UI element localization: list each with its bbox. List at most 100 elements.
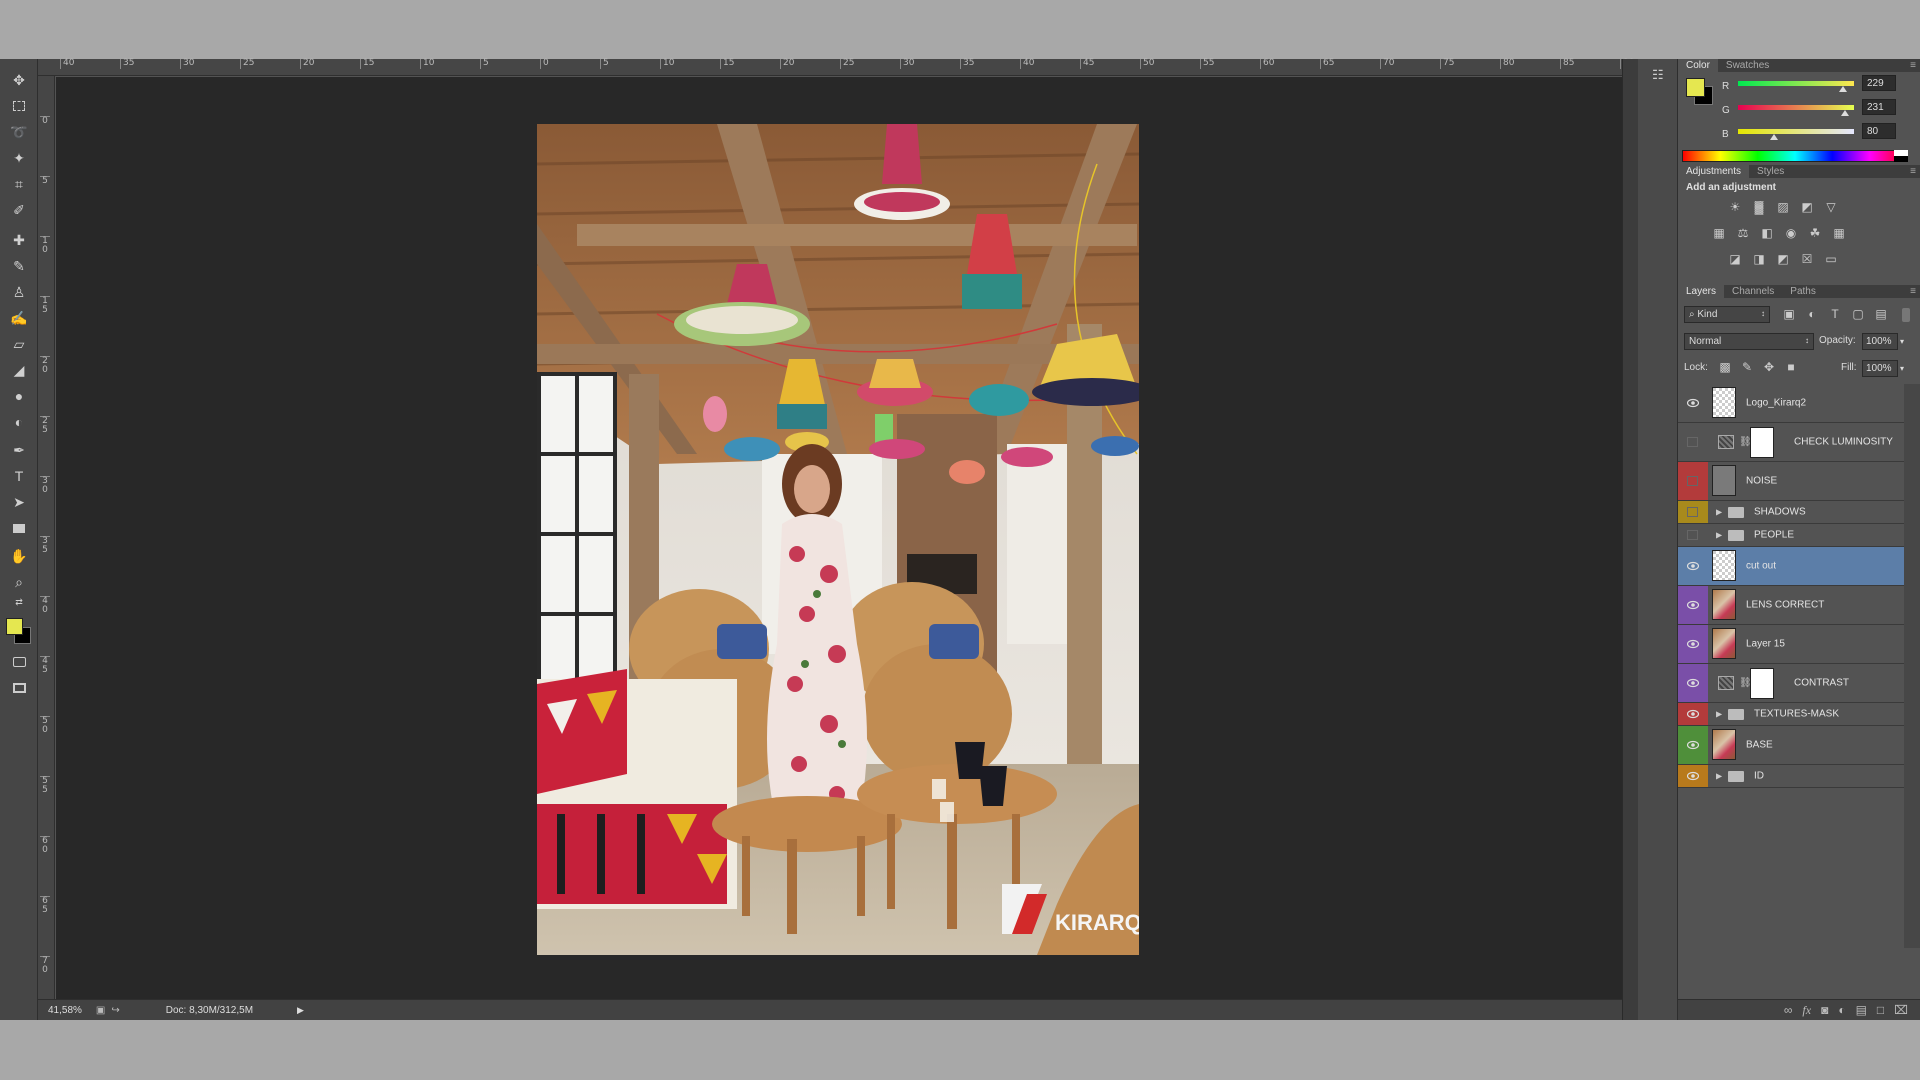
channel-g-handle[interactable] xyxy=(1841,110,1849,116)
vibrance-icon[interactable]: ▽ xyxy=(1824,200,1838,214)
layer-row[interactable]: BASE xyxy=(1678,726,1904,765)
eraser-tool-icon[interactable]: ▱ xyxy=(5,333,33,355)
layer-row[interactable]: Logo_Kirarq2 xyxy=(1678,384,1904,423)
expand-arrow-icon[interactable]: ▶ xyxy=(1716,772,1722,781)
blend-mode-select[interactable]: Normal ↕ xyxy=(1684,333,1814,350)
filter-pixel-icon[interactable]: ▣ xyxy=(1782,307,1796,321)
lock-all-icon[interactable]: ■ xyxy=(1784,360,1798,374)
brightness-contrast-icon[interactable]: ☀ xyxy=(1728,200,1742,214)
tab-color[interactable]: Color xyxy=(1678,59,1718,72)
color-spectrum-ramp[interactable] xyxy=(1682,150,1908,162)
channel-r-slider[interactable] xyxy=(1738,81,1854,86)
eye-icon[interactable] xyxy=(1686,561,1700,571)
eye-icon[interactable] xyxy=(1686,771,1700,781)
new-adjustment-layer-icon[interactable]: ◐ xyxy=(1838,1003,1845,1017)
layer-row[interactable]: cut out xyxy=(1678,547,1904,586)
hidden-visibility-box[interactable] xyxy=(1687,437,1698,447)
pen-tool-icon[interactable]: ✒ xyxy=(5,439,33,461)
opacity-input[interactable]: 100% xyxy=(1862,333,1898,350)
channel-g-slider[interactable] xyxy=(1738,105,1854,110)
hidden-visibility-box[interactable] xyxy=(1687,476,1698,486)
zoom-tool-icon[interactable]: ⌕ xyxy=(5,571,33,593)
new-layer-icon[interactable]: □ xyxy=(1877,1003,1884,1017)
layer-style-icon[interactable]: fx xyxy=(1802,1003,1811,1018)
marquee-tool-icon[interactable] xyxy=(5,95,33,117)
brush-tool-icon[interactable]: ✎ xyxy=(5,255,33,277)
paint-bucket-tool-icon[interactable]: ◢ xyxy=(5,359,33,381)
exposure-icon[interactable]: ◩ xyxy=(1800,200,1814,214)
history-panel-icon[interactable]: ☷ xyxy=(1652,67,1664,83)
expand-arrow-icon[interactable]: ▶ xyxy=(1716,531,1722,540)
blur-tool-icon[interactable]: ● xyxy=(5,385,33,407)
clone-stamp-tool-icon[interactable]: ♙ xyxy=(5,281,33,303)
delete-layer-icon[interactable]: ⌧ xyxy=(1894,1003,1908,1017)
healing-brush-tool-icon[interactable]: ✚ xyxy=(5,229,33,251)
layer-thumbnail[interactable] xyxy=(1712,589,1736,620)
hand-tool-icon[interactable]: ✋ xyxy=(5,545,33,567)
tab-swatches[interactable]: Swatches xyxy=(1718,59,1777,72)
layer-thumbnail[interactable] xyxy=(1712,550,1736,581)
selective-color-icon[interactable]: ☒ xyxy=(1800,252,1814,266)
history-brush-tool-icon[interactable]: ✍ xyxy=(5,307,33,329)
layers-scrollbar[interactable] xyxy=(1904,384,1920,948)
channel-r-handle[interactable] xyxy=(1839,86,1847,92)
tab-layers[interactable]: Layers xyxy=(1678,285,1725,298)
color-fg-swatch[interactable] xyxy=(1686,78,1705,97)
layer-row[interactable]: ▶ ID xyxy=(1678,765,1904,788)
layer-row[interactable]: NOISE xyxy=(1678,462,1904,501)
layer-row[interactable]: Layer 15 xyxy=(1678,625,1904,664)
link-layers-icon[interactable]: ∞ xyxy=(1784,1003,1793,1017)
layer-row[interactable]: ▶ SHADOWS xyxy=(1678,501,1904,524)
tab-adjustments[interactable]: Adjustments xyxy=(1678,165,1750,178)
layer-thumbnail[interactable] xyxy=(1712,729,1736,760)
eye-icon[interactable] xyxy=(1686,740,1700,750)
lock-transparency-icon[interactable]: ▩ xyxy=(1718,360,1732,374)
vertical-scrollbar[interactable] xyxy=(1622,59,1638,1020)
channel-b-value[interactable]: 80 xyxy=(1862,123,1896,139)
layer-row[interactable]: ⛓ CONTRAST xyxy=(1678,664,1904,703)
crop-tool-icon[interactable]: ⌗ xyxy=(5,173,33,195)
tab-styles[interactable]: Styles xyxy=(1749,165,1792,178)
layer-row[interactable]: ▶ PEOPLE xyxy=(1678,524,1904,547)
panel-menu-icon[interactable]: ≡ xyxy=(1910,165,1916,178)
lock-position-icon[interactable]: ✥ xyxy=(1762,360,1776,374)
layer-row[interactable]: ⛓ CHECK LUMINOSITY xyxy=(1678,423,1904,462)
eye-icon[interactable] xyxy=(1686,709,1700,719)
layer-row[interactable]: ▶ TEXTURES-MASK xyxy=(1678,703,1904,726)
expand-arrow-icon[interactable]: ▶ xyxy=(1716,710,1722,719)
eye-icon[interactable] xyxy=(1686,639,1700,649)
tab-channels[interactable]: Channels xyxy=(1724,285,1782,298)
invert-icon[interactable]: ◪ xyxy=(1728,252,1742,266)
black-white-icon[interactable]: ◧ xyxy=(1760,226,1774,240)
fill-input[interactable]: 100% xyxy=(1862,360,1898,377)
path-selection-tool-icon[interactable]: ➤ xyxy=(5,491,33,513)
layer-thumbnail[interactable] xyxy=(1712,628,1736,659)
zoom-level[interactable]: 41,58% xyxy=(48,1005,82,1016)
hidden-visibility-box[interactable] xyxy=(1687,507,1698,517)
color-lookup-icon[interactable]: ▦ xyxy=(1832,226,1846,240)
filter-smart-object-icon[interactable]: ▤ xyxy=(1874,307,1888,321)
eyedropper-tool-icon[interactable]: ✐ xyxy=(5,199,33,221)
dodge-tool-icon[interactable]: ◐ xyxy=(5,411,33,433)
gradient-map-icon[interactable]: ▭ xyxy=(1824,252,1838,266)
hue-saturation-icon[interactable]: ▦ xyxy=(1712,226,1726,240)
channel-r-value[interactable]: 229 xyxy=(1862,75,1896,91)
black-white-ramp[interactable] xyxy=(1894,150,1908,162)
posterize-icon[interactable]: ◨ xyxy=(1752,252,1766,266)
type-tool-icon[interactable]: T xyxy=(5,465,33,487)
tab-paths[interactable]: Paths xyxy=(1782,285,1824,298)
layer-mask-thumbnail[interactable] xyxy=(1750,668,1774,699)
filter-toggle[interactable] xyxy=(1902,308,1910,322)
expand-arrow-icon[interactable]: ▶ xyxy=(1716,508,1722,517)
eye-icon[interactable] xyxy=(1686,600,1700,610)
foreground-color-swatch[interactable] xyxy=(6,618,23,635)
panel-menu-icon[interactable]: ≡ xyxy=(1910,59,1916,72)
color-balance-icon[interactable]: ⚖ xyxy=(1736,226,1750,240)
panel-menu-icon[interactable]: ≡ xyxy=(1910,285,1916,298)
layer-thumbnail[interactable] xyxy=(1712,387,1736,418)
add-mask-icon[interactable]: ◙ xyxy=(1821,1003,1828,1017)
filter-adjustment-icon[interactable]: ◐ xyxy=(1805,307,1819,321)
photo-filter-icon[interactable]: ◉ xyxy=(1784,226,1798,240)
fill-dropdown-icon[interactable]: ▾ xyxy=(1900,360,1910,377)
layer-mask-thumbnail[interactable] xyxy=(1750,427,1774,458)
